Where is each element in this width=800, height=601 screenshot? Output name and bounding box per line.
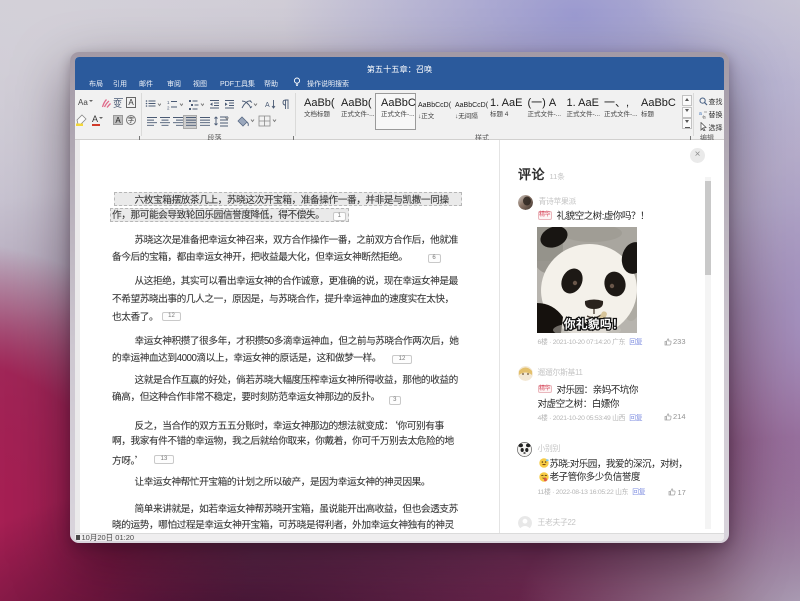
svg-text:你礼貌吗！: 你礼貌吗！ [563, 316, 624, 332]
svg-text:1: 1 [167, 100, 170, 105]
svg-text:a: a [699, 111, 702, 117]
svg-text:A: A [265, 102, 270, 109]
svg-text:2: 2 [167, 106, 170, 111]
